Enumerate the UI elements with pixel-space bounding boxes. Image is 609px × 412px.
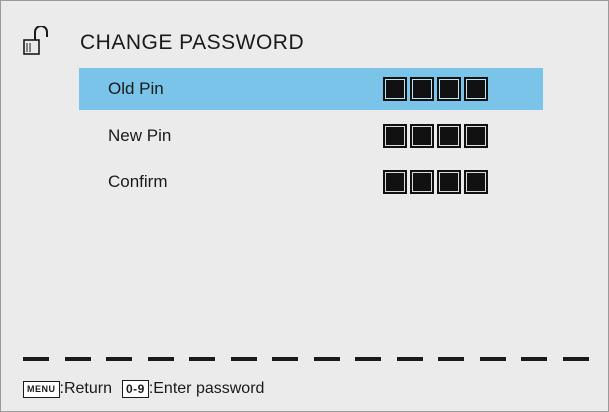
pin-digit-box [437, 124, 461, 148]
old-pin-input[interactable] [383, 77, 488, 101]
old-pin-label: Old Pin [108, 79, 164, 98]
pin-digit-box [410, 124, 434, 148]
unlocked-padlock-icon [23, 26, 48, 55]
old-pin-row[interactable]: Old Pin [79, 68, 543, 110]
pin-digit-box [383, 77, 407, 101]
pin-digit-box [410, 77, 434, 101]
pin-digit-box [464, 77, 488, 101]
header: CHANGE PASSWORD [23, 23, 583, 65]
new-pin-row[interactable]: New Pin [79, 115, 543, 157]
change-password-screen: CHANGE PASSWORD Old Pin New Pin Confirm [0, 0, 609, 412]
pin-digit-box [410, 170, 434, 194]
footer-hints: MENU :Return 0-9 :Enter password [23, 377, 264, 401]
confirm-pin-input[interactable] [383, 170, 488, 194]
pin-digit-box [437, 170, 461, 194]
menu-key-badge: MENU [23, 380, 60, 398]
digits-action-label: :Enter password [148, 380, 265, 397]
pin-digit-box [464, 170, 488, 194]
new-pin-input[interactable] [383, 124, 488, 148]
pin-digit-box [437, 77, 461, 101]
pin-digit-box [383, 170, 407, 194]
pin-digit-box [464, 124, 488, 148]
new-pin-label: New Pin [108, 126, 172, 145]
digits-key-badge: 0-9 [121, 380, 149, 398]
menu-action-label: :Return [59, 380, 112, 397]
dashed-divider [23, 357, 589, 361]
pin-digit-box [383, 124, 407, 148]
confirm-pin-label: Confirm [108, 172, 168, 191]
page-title: CHANGE PASSWORD [80, 31, 305, 54]
confirm-pin-row[interactable]: Confirm [79, 161, 543, 203]
